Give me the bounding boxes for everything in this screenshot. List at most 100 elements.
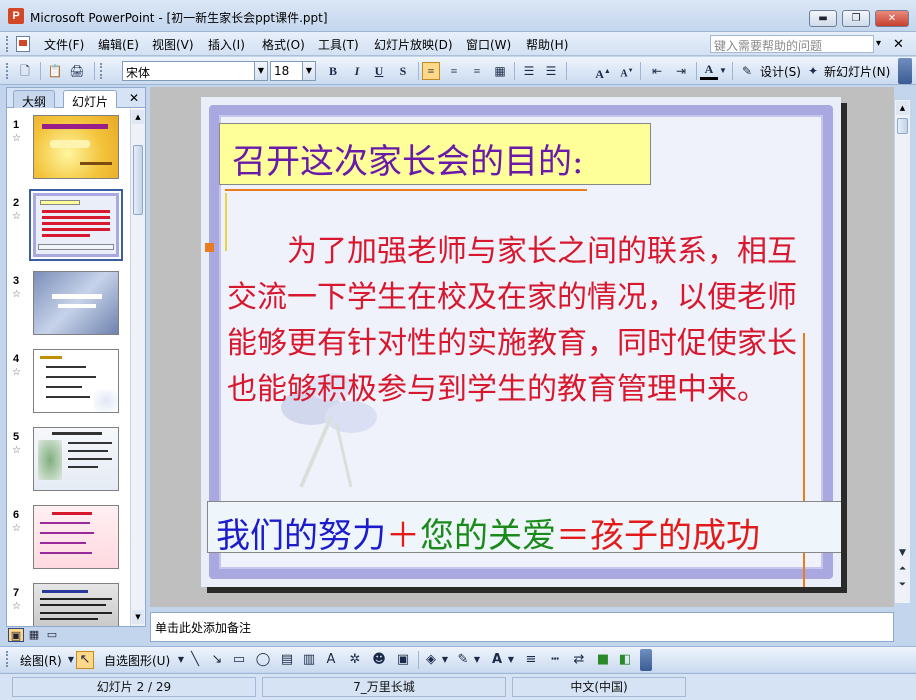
arrow-style-icon[interactable]: ⇄ <box>570 651 588 669</box>
new-slide-icon[interactable]: ✦ <box>804 62 822 80</box>
notes-pane[interactable]: 单击此处添加备注 <box>150 612 894 642</box>
close-window-button[interactable]: ✕ <box>875 10 909 27</box>
tab-slides[interactable]: 幻灯片 <box>63 90 118 109</box>
drawbar-overflow-button[interactable] <box>640 649 652 671</box>
slide-canvas[interactable]: 召开这次家长会的目的: 为了加强老师与家长之间的联系，相互交流一下学生在校及在家… <box>201 97 841 587</box>
toolbar-grip-handle[interactable] <box>100 63 104 79</box>
toolbar-overflow-button[interactable] <box>898 58 912 84</box>
help-dropdown-icon[interactable]: ▾ <box>876 38 881 49</box>
shadow-style-icon[interactable]: ■ <box>594 651 612 669</box>
slide-thumbnail-4[interactable] <box>33 349 119 413</box>
font-size-dropdown-icon[interactable]: ▼ <box>302 61 316 81</box>
slide-thumbnail-2[interactable] <box>29 189 123 261</box>
menu-tools[interactable]: 工具(T) <box>316 36 361 53</box>
line-color-dropdown-icon[interactable]: ▼ <box>472 651 482 669</box>
fill-color-dropdown-icon[interactable]: ▼ <box>440 651 450 669</box>
diagram-icon[interactable]: ✲ <box>346 651 364 669</box>
slide-thumbnail-1[interactable] <box>33 115 119 179</box>
print-icon[interactable]: 🖨 <box>68 62 86 80</box>
previous-slide-icon[interactable]: ⏶ <box>896 562 909 576</box>
numbering-icon[interactable]: ☰ <box>520 62 538 80</box>
arrow-tool-icon[interactable]: ↘ <box>208 651 226 669</box>
new-document-icon[interactable]: 🗋 <box>16 62 34 80</box>
powerpoint-app-icon[interactable]: P <box>8 8 24 24</box>
bold-button[interactable]: B <box>324 62 342 80</box>
font-name-dropdown-icon[interactable]: ▼ <box>254 61 268 81</box>
slide-thumbnail-6[interactable] <box>33 505 119 569</box>
wordart-icon[interactable]: A <box>322 651 340 669</box>
new-slide-button[interactable]: 新幻灯片(N) <box>824 63 890 80</box>
clipart-icon[interactable]: ☻ <box>370 651 388 669</box>
slide-thumbnail-5[interactable] <box>33 427 119 491</box>
panel-scrollbar[interactable]: ▲ ▼ <box>130 109 145 626</box>
decrease-indent-icon[interactable]: ⇤ <box>648 62 666 80</box>
tab-outline[interactable]: 大纲 <box>13 90 56 109</box>
panel-close-icon[interactable]: ✕ <box>129 91 139 105</box>
scroll-down-icon[interactable]: ▼ <box>896 546 909 560</box>
slide-slogan[interactable]: 我们的努力＋您的关爱＝孩子的成功 <box>207 501 841 556</box>
increase-font-size-icon[interactable]: A▲ <box>594 62 612 81</box>
menu-format[interactable]: 格式(O) <box>260 36 307 53</box>
decrease-font-size-icon[interactable]: A▼ <box>618 62 636 80</box>
toolbar-grip-handle[interactable] <box>6 651 10 667</box>
draw-menu-button[interactable]: 绘图(R) <box>20 652 62 669</box>
font-name-input[interactable]: 宋体 <box>122 61 256 81</box>
font-color-dropdown-icon[interactable]: ▼ <box>718 62 728 80</box>
3d-style-icon[interactable]: ◧ <box>616 651 634 669</box>
minimize-button[interactable]: ▬ <box>809 10 837 27</box>
menu-grip-handle[interactable] <box>6 36 10 52</box>
distributed-align-icon[interactable]: ▦ <box>491 62 509 80</box>
document-close-icon[interactable]: ✕ <box>893 37 904 52</box>
menu-edit[interactable]: 编辑(E) <box>96 36 141 53</box>
fill-color-icon[interactable]: ◈ <box>422 651 440 669</box>
menu-help[interactable]: 帮助(H) <box>524 36 570 53</box>
font-size-input[interactable]: 18 <box>270 61 306 81</box>
design-button[interactable]: 设计(S) <box>760 63 801 80</box>
slide-sorter-view-icon[interactable]: ▦ <box>26 628 42 642</box>
scroll-up-icon[interactable]: ▲ <box>132 110 144 124</box>
increase-indent-icon[interactable]: ⇥ <box>672 62 690 80</box>
menu-window[interactable]: 窗口(W) <box>464 36 513 53</box>
align-center-icon[interactable]: ≡ <box>445 62 463 80</box>
bullets-icon[interactable]: ☰ <box>542 62 560 80</box>
scroll-thumb[interactable] <box>897 118 908 134</box>
textbox-tool-icon[interactable]: ▤ <box>278 651 296 669</box>
slide-body-text[interactable]: 为了加强老师与家长之间的联系，相互交流一下学生在校及在家的情况，以便老师能够更有… <box>227 229 811 413</box>
menu-slideshow[interactable]: 幻灯片放映(D) <box>372 36 455 53</box>
draw-font-color-dropdown-icon[interactable]: ▼ <box>506 651 516 669</box>
design-icon[interactable]: ✎ <box>738 62 756 80</box>
underline-button[interactable]: U <box>370 62 388 80</box>
menu-insert[interactable]: 插入(I) <box>206 36 247 53</box>
toolbar-grip-handle[interactable] <box>6 63 10 79</box>
restore-button[interactable]: ❐ <box>842 10 870 27</box>
slide-thumbnail-7[interactable] <box>33 583 119 626</box>
line-color-icon[interactable]: ✎ <box>454 651 472 669</box>
next-slide-icon[interactable]: ⏷ <box>896 578 909 592</box>
document-icon[interactable] <box>16 36 30 52</box>
autoshapes-menu-button[interactable]: 自选图形(U) <box>104 652 170 669</box>
select-pointer-icon[interactable]: ↖ <box>76 651 94 669</box>
menu-view[interactable]: 视图(V) <box>150 36 196 53</box>
vertical-textbox-icon[interactable]: ▥ <box>300 651 318 669</box>
scroll-thumb[interactable] <box>133 145 143 215</box>
picture-icon[interactable]: ▣ <box>394 651 412 669</box>
scroll-up-icon[interactable]: ▲ <box>896 101 909 115</box>
text-shadow-button[interactable]: S <box>394 62 412 80</box>
align-left-icon[interactable]: ≡ <box>422 62 440 80</box>
scroll-down-icon[interactable]: ▼ <box>132 610 144 624</box>
oval-tool-icon[interactable]: ◯ <box>254 651 272 669</box>
slide-title[interactable]: 召开这次家长会的目的: <box>219 123 651 185</box>
menu-file[interactable]: 文件(F) <box>42 36 86 53</box>
draw-font-color-icon[interactable]: A <box>488 651 506 669</box>
help-search-input[interactable]: 键入需要帮助的问题 <box>710 35 874 53</box>
paste-icon[interactable]: 📋 <box>46 62 64 80</box>
rectangle-tool-icon[interactable]: ▭ <box>230 651 248 669</box>
line-tool-icon[interactable]: ╲ <box>186 651 204 669</box>
italic-button[interactable]: I <box>348 62 366 80</box>
slideshow-view-icon[interactable]: ▭ <box>44 628 60 642</box>
dash-style-icon[interactable]: ┅ <box>546 651 564 669</box>
slide-thumbnail-3[interactable] <box>33 271 119 335</box>
font-color-button[interactable]: A <box>700 62 718 80</box>
normal-view-icon[interactable]: ▣ <box>8 628 24 642</box>
align-right-icon[interactable]: ≡ <box>468 62 486 80</box>
